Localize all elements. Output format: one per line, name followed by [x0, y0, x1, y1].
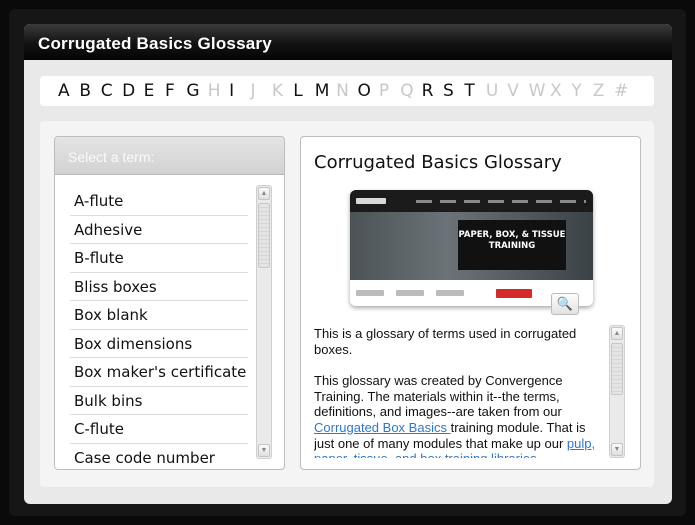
term-item[interactable]: Box blank: [70, 301, 248, 330]
thumbnail-logo: [356, 198, 386, 204]
letter-a[interactable]: A: [58, 81, 79, 101]
corrugated-box-basics-link[interactable]: Corrugated Box Basics: [314, 420, 451, 435]
letter-t[interactable]: T: [464, 81, 485, 101]
scroll-thumb[interactable]: [258, 203, 270, 268]
detail-scroll-up-button[interactable]: ▲: [611, 327, 623, 340]
term-list: A-flute Adhesive B-flute Bliss boxes Box bla…: [70, 187, 248, 470]
term-item[interactable]: A-flute: [70, 187, 248, 216]
detail-title: Corrugated Basics Glossary: [314, 152, 562, 173]
letter-g[interactable]: G: [186, 81, 207, 101]
term-item[interactable]: C-flute: [70, 415, 248, 444]
description-paragraph-2: This glossary was created by Convergence…: [314, 373, 602, 458]
letter-f[interactable]: F: [165, 81, 186, 101]
alphabet-bar: A B C D E F G H I J K L M N O P Q R S T U V W X Y Z #: [40, 76, 654, 106]
glossary-window: Corrugated Basics Glossary ABCDEFGHIJKLM…: [24, 24, 672, 504]
website-screenshot-image: PAPER, BOX, & TISSUE TRAINING: [350, 190, 593, 306]
term-item[interactable]: Case code number: [70, 444, 248, 470]
letter-p: P: [378, 81, 390, 101]
letter-o[interactable]: O: [357, 81, 378, 101]
term-item[interactable]: Box maker's certificate: [70, 358, 248, 387]
detail-scroll-down-button[interactable]: ▼: [611, 443, 623, 456]
letter-c[interactable]: C: [101, 81, 122, 101]
term-list-header: Select a term:: [55, 137, 284, 175]
letter-y: Y: [571, 81, 582, 101]
scroll-down-button[interactable]: ▼: [258, 444, 270, 457]
thumbnail-banner: PAPER, BOX, & TISSUE TRAINING: [458, 220, 566, 270]
term-item[interactable]: Bulk bins: [70, 387, 248, 415]
letter-i[interactable]: I: [229, 81, 250, 101]
description-paragraph-1: This is a glossary of terms used in corr…: [314, 326, 577, 357]
term-list-scrollbar[interactable]: ▲ ▼: [256, 185, 272, 459]
term-item[interactable]: Bliss boxes: [70, 273, 248, 301]
detail-scrollbar[interactable]: ▲ ▼: [609, 325, 625, 458]
letter-w: W: [528, 81, 546, 101]
content-panel: Select a term: A-flute Adhesive B-flute Bli…: [40, 121, 654, 487]
thumbnail-nav: [350, 190, 593, 212]
letter-k: K: [271, 81, 284, 101]
letter-hash: #: [614, 81, 629, 101]
letter-d[interactable]: D: [122, 81, 143, 101]
letter-x: X: [549, 81, 562, 101]
letter-j: J: [250, 81, 256, 101]
term-item[interactable]: Adhesive: [70, 216, 248, 244]
letter-r[interactable]: R: [422, 81, 443, 101]
letter-v: V: [507, 81, 519, 101]
thumbnail-nav-links: [416, 199, 586, 203]
detail-description: This is a glossary of terms used in corr…: [314, 326, 602, 458]
letter-q: Q: [400, 81, 414, 101]
letter-z: Z: [592, 81, 605, 101]
letter-n: N: [336, 81, 349, 101]
window-title: Corrugated Basics Glossary: [24, 24, 672, 60]
letter-m[interactable]: M: [315, 81, 336, 101]
scroll-up-button[interactable]: ▲: [258, 187, 270, 200]
letter-b[interactable]: B: [79, 81, 100, 101]
term-list-panel: Select a term: A-flute Adhesive B-flute Bli…: [54, 136, 285, 470]
thumbnail-hero: PAPER, BOX, & TISSUE TRAINING: [350, 212, 593, 280]
magnifier-icon[interactable]: 🔍: [551, 293, 579, 315]
term-item[interactable]: Box dimensions: [70, 330, 248, 358]
detail-scroll-thumb[interactable]: [611, 343, 623, 395]
letter-l[interactable]: L: [293, 81, 314, 101]
letter-e[interactable]: E: [144, 81, 165, 101]
letter-h: H: [207, 81, 221, 101]
term-detail-panel: Corrugated Basics Glossary PAPER, BOX, &…: [300, 136, 641, 470]
letter-s[interactable]: S: [443, 81, 464, 101]
term-item[interactable]: B-flute: [70, 244, 248, 273]
letter-u: U: [485, 81, 499, 101]
